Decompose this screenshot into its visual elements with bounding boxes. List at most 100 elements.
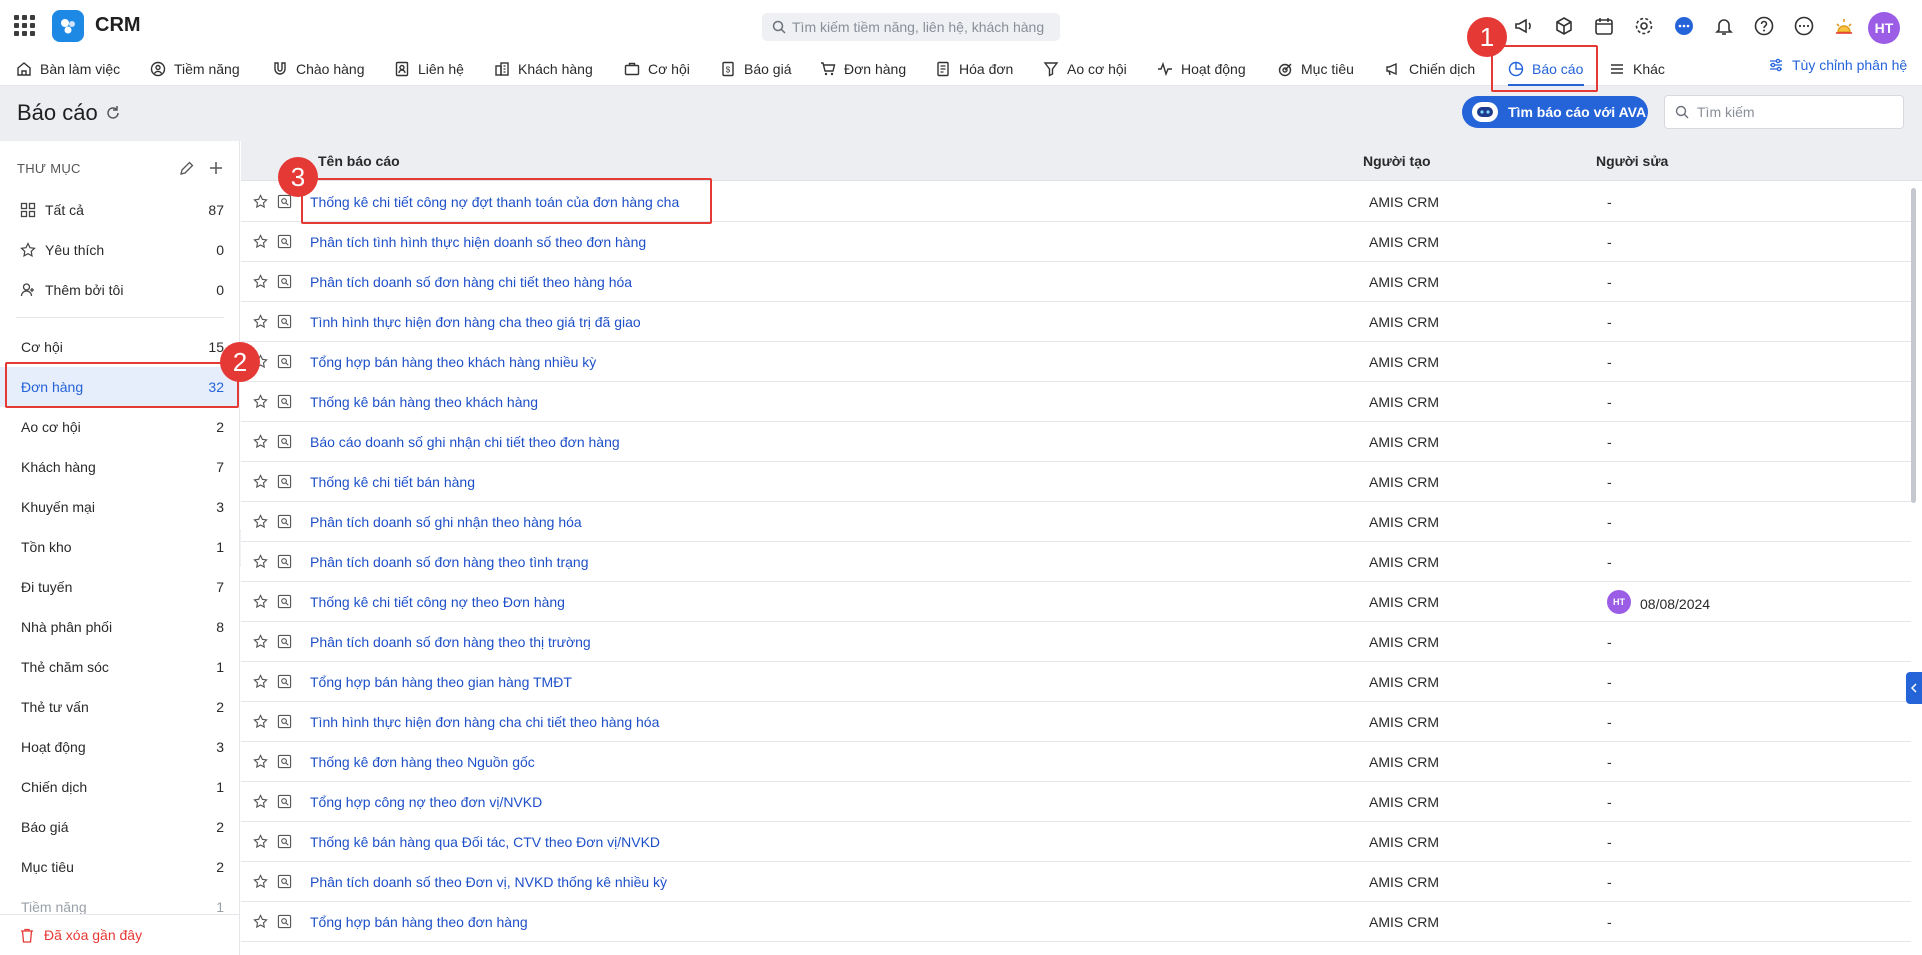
nav-item-bao-gia[interactable]: $ Báo giá <box>720 57 791 81</box>
sidebar-folder-hoat-dong[interactable]: Hoạt động 3 <box>0 727 240 767</box>
favorite-star-icon[interactable] <box>253 274 268 292</box>
nav-item-lien-he[interactable]: Liên hệ <box>394 57 464 81</box>
nav-item-muc-tieu[interactable]: Mục tiêu <box>1277 57 1354 81</box>
nav-item-ao-co-hoi[interactable]: Ao cơ hội <box>1043 57 1127 81</box>
favorite-star-icon[interactable] <box>253 914 268 932</box>
table-row[interactable]: Phân tích doanh số đơn hàng theo tình tr… <box>241 542 1911 582</box>
table-row[interactable]: Thống kê đơn hàng theo Nguồn gốc AMIS CRM… <box>241 742 1911 782</box>
sidebar-folder-bao-gia[interactable]: Báo giá 2 <box>0 807 240 847</box>
app-launcher-icon[interactable] <box>14 15 35 36</box>
nav-item-co-hoi[interactable]: Cơ hội <box>624 57 690 81</box>
nav-item-chao-hang[interactable]: Chào hàng <box>272 57 365 81</box>
sidebar-folder-di-tuyen[interactable]: Đi tuyến 7 <box>0 567 240 607</box>
report-name-link[interactable]: Báo cáo doanh số ghi nhận chi tiết theo … <box>310 434 620 450</box>
recently-deleted-link[interactable]: Đã xóa gần đây <box>0 914 240 955</box>
report-name-link[interactable]: Phân tích tình hình thực hiện doanh số t… <box>310 234 646 250</box>
table-row[interactable]: Tổng hợp bán hàng theo gian hàng TMĐT AMI… <box>241 662 1911 702</box>
favorite-star-icon[interactable] <box>253 394 268 412</box>
preview-report-icon[interactable] <box>277 754 292 772</box>
table-row[interactable]: Tổng hợp bán hàng theo đơn hàng AMIS CRM - <box>241 902 1911 942</box>
report-name-link[interactable]: Thống kê bán hàng qua Đối tác, CTV theo … <box>310 834 660 850</box>
column-header-name[interactable]: Tên báo cáo <box>318 153 400 169</box>
preview-report-icon[interactable] <box>277 674 292 692</box>
global-search-input[interactable]: Tìm kiếm tiềm năng, liên hệ, khách hàng <box>762 13 1060 41</box>
table-row[interactable]: Phân tích doanh số đơn hàng theo thị trư… <box>241 622 1911 662</box>
sidebar-item-all[interactable]: Tất cả 87 <box>0 190 240 230</box>
column-header-editor[interactable]: Người sửa <box>1596 153 1668 169</box>
preview-report-icon[interactable] <box>277 914 292 932</box>
box-icon[interactable] <box>1550 12 1578 40</box>
refresh-icon[interactable] <box>104 104 122 125</box>
sidebar-folder-muc-tieu[interactable]: Mục tiêu 2 <box>0 847 240 887</box>
more-options-icon[interactable] <box>1790 12 1818 40</box>
nav-item-ban-lam-viec[interactable]: Bàn làm việc <box>16 57 120 81</box>
table-row[interactable]: Tình hình thực hiện đơn hàng cha theo gi… <box>241 302 1911 342</box>
sidebar-folder-khuyen-mai[interactable]: Khuyến mại 3 <box>0 487 240 527</box>
report-name-link[interactable]: Tổng hợp bán hàng theo khách hàng nhiều … <box>310 354 596 370</box>
table-row[interactable]: Tình hình thực hiện đơn hàng cha chi tiế… <box>241 702 1911 742</box>
report-name-link[interactable]: Thống kê bán hàng theo khách hàng <box>310 394 538 410</box>
sidebar-folder-the-cham-soc[interactable]: Thẻ chăm sóc 1 <box>0 647 240 687</box>
preview-report-icon[interactable] <box>277 314 292 332</box>
preview-report-icon[interactable] <box>277 714 292 732</box>
nav-item-chien-dich[interactable]: Chiến dịch <box>1385 57 1475 81</box>
calendar-icon[interactable] <box>1590 12 1618 40</box>
sidebar-item-added-by-me[interactable]: Thêm bởi tôi 0 <box>0 270 240 310</box>
sidebar-folder-co-hoi[interactable]: Cơ hội 15 <box>0 327 240 367</box>
nav-item-hoat-dong[interactable]: Hoạt động <box>1157 57 1246 81</box>
edit-folders-icon[interactable] <box>179 161 194 179</box>
column-header-creator[interactable]: Người tạo <box>1363 153 1431 169</box>
table-row[interactable]: Thống kê chi tiết bán hàng AMIS CRM - <box>241 462 1911 502</box>
preview-report-icon[interactable] <box>277 594 292 612</box>
nav-item-khac[interactable]: Khác <box>1609 57 1665 81</box>
table-row[interactable]: Thống kê chi tiết công nợ theo Đơn hàng A… <box>241 582 1911 622</box>
report-name-link[interactable]: Tổng hợp bán hàng theo đơn hàng <box>310 914 528 930</box>
report-name-link[interactable]: Tổng hợp bán hàng theo gian hàng TMĐT <box>310 674 572 690</box>
report-name-link[interactable]: Phân tích doanh số ghi nhận theo hàng hó… <box>310 514 582 530</box>
preview-report-icon[interactable] <box>277 354 292 372</box>
report-name-link[interactable]: Phân tích doanh số đơn hàng theo tình tr… <box>310 554 589 570</box>
sidebar-folder-ao-co-hoi[interactable]: Ao cơ hội 2 <box>0 407 240 447</box>
preview-report-icon[interactable] <box>277 234 292 252</box>
nav-item-hoa-don[interactable]: Hóa đơn <box>935 57 1013 81</box>
table-row[interactable]: Phân tích tình hình thực hiện doanh số t… <box>241 222 1911 262</box>
favorite-star-icon[interactable] <box>253 194 268 212</box>
sidebar-folder-tiem-nang[interactable]: Tiềm năng 1 <box>0 887 240 914</box>
favorite-star-icon[interactable] <box>253 834 268 852</box>
nav-item-tiem-nang[interactable]: Tiềm năng <box>150 57 240 81</box>
table-row[interactable]: Báo cáo doanh số ghi nhận chi tiết theo … <box>241 422 1911 462</box>
preview-report-icon[interactable] <box>277 794 292 812</box>
report-name-link[interactable]: Thống kê chi tiết công nợ theo Đơn hàng <box>310 594 565 610</box>
table-row[interactable]: Tổng hợp bán hàng theo khách hàng nhiều … <box>241 342 1911 382</box>
sidebar-folder-the-tu-van[interactable]: Thẻ tư vấn 2 <box>0 687 240 727</box>
favorite-star-icon[interactable] <box>253 434 268 452</box>
table-row[interactable]: Phân tích doanh số ghi nhận theo hàng hó… <box>241 502 1911 542</box>
favorite-star-icon[interactable] <box>253 474 268 492</box>
favorite-star-icon[interactable] <box>253 674 268 692</box>
favorite-star-icon[interactable] <box>253 594 268 612</box>
table-row[interactable]: Phân tích doanh số theo Đơn vị, NVKD thố… <box>241 862 1911 902</box>
nav-item-khach-hang[interactable]: Khách hàng <box>494 57 593 81</box>
report-name-link[interactable]: Thống kê đơn hàng theo Nguồn gốc <box>310 754 535 770</box>
favorite-star-icon[interactable] <box>253 314 268 332</box>
favorite-star-icon[interactable] <box>253 714 268 732</box>
right-panel-toggle[interactable] <box>1906 672 1922 704</box>
sidebar-folder-nha-phan-phoi[interactable]: Nhà phân phối 8 <box>0 607 240 647</box>
add-folder-icon[interactable] <box>208 160 224 179</box>
help-icon[interactable] <box>1750 12 1778 40</box>
table-row[interactable]: Thống kê bán hàng theo khách hàng AMIS CR… <box>241 382 1911 422</box>
report-name-link[interactable]: Tổng hợp công nợ theo đơn vị/NVKD <box>310 794 542 810</box>
preview-report-icon[interactable] <box>277 274 292 292</box>
preview-report-icon[interactable] <box>277 194 292 212</box>
crm-logo[interactable] <box>52 10 84 42</box>
table-row[interactable]: Phân tích doanh số đơn hàng chi tiết the… <box>241 262 1911 302</box>
sun-icon[interactable] <box>1830 12 1858 40</box>
favorite-star-icon[interactable] <box>253 554 268 572</box>
chat-icon[interactable] <box>1670 12 1698 40</box>
report-name-link[interactable]: Phân tích doanh số đơn hàng chi tiết the… <box>310 274 632 290</box>
customize-modules-link[interactable]: Tùy chỉnh phân hệ <box>1768 57 1907 73</box>
report-name-link[interactable]: Thống kê chi tiết bán hàng <box>310 474 475 490</box>
user-avatar[interactable]: HT <box>1868 12 1900 44</box>
sidebar-folder-ton-kho[interactable]: Tồn kho 1 <box>0 527 240 567</box>
preview-report-icon[interactable] <box>277 834 292 852</box>
